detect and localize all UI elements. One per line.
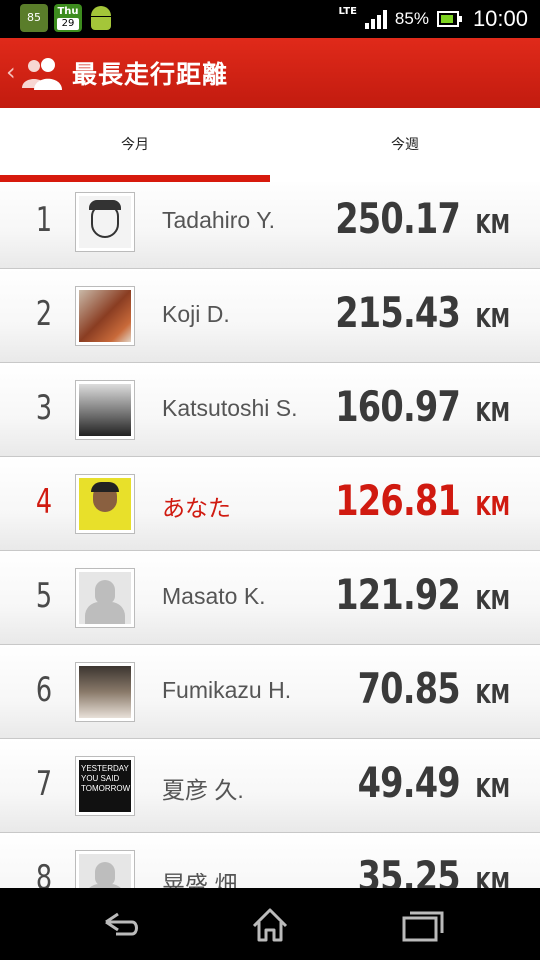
leaderboard-list[interactable]: 1 Tadahiro Y. 250.17 KM 2 Koji D. 215.43 KM 3 Kat… <box>0 182 540 888</box>
distance-value: 49.49 <box>357 757 461 807</box>
calendar-day: Thu <box>57 6 79 17</box>
avatar-image <box>79 477 131 530</box>
rank-number: 5 <box>35 575 53 616</box>
avatar[interactable]: YESTERDAY YOU SAID TOMORROW <box>75 755 135 816</box>
system-status: LTE 85% 10:00 <box>339 0 528 38</box>
runner-name: Koji D. <box>162 300 230 327</box>
distance-unit: KM <box>475 209 510 240</box>
tab-this-week[interactable]: 今週 <box>270 108 540 182</box>
tab-indicator <box>0 175 270 182</box>
avatar[interactable] <box>75 285 135 346</box>
distance-value: 215.43 <box>335 287 461 337</box>
calendar-icon: Thu 29 <box>54 4 82 32</box>
runner-name: Fumikazu H. <box>162 676 292 703</box>
avatar-image <box>79 289 131 342</box>
avatar-image <box>79 665 131 718</box>
rank-number: 4 <box>35 481 53 522</box>
battery-badge-value: 85 <box>27 11 41 24</box>
leaderboard-row[interactable]: 2 Koji D. 215.43 KM <box>0 269 540 363</box>
distance-unit: KM <box>475 867 510 889</box>
leaderboard-row[interactable]: 3 Katsutoshi S. 160.97 KM <box>0 363 540 457</box>
leaderboard-row[interactable]: 5 Masato K. 121.92 KM <box>0 551 540 645</box>
leaderboard-row[interactable]: 4 あなた 126.81 KM <box>0 457 540 551</box>
calendar-date: 29 <box>57 18 79 30</box>
people-icon[interactable] <box>20 56 64 92</box>
runner-name: Masato K. <box>162 582 266 609</box>
avatar[interactable] <box>75 379 135 440</box>
network-type: LTE <box>338 5 357 17</box>
action-bar: ‹ 最長走行距離 <box>0 38 540 108</box>
notification-icons: 85 Thu 29 <box>20 4 114 32</box>
distance-value: 126.81 <box>335 475 461 525</box>
runner-name: Katsutoshi S. <box>162 394 298 421</box>
distance-unit: KM <box>475 585 510 616</box>
distance-value: 35.25 <box>357 851 461 889</box>
avatar[interactable] <box>75 473 135 534</box>
battery-percent: 85% <box>394 9 429 28</box>
back-icon[interactable] <box>60 888 180 960</box>
rank-number: 6 <box>35 669 53 710</box>
rank-number: 8 <box>35 857 53 889</box>
rank-number: 3 <box>35 387 53 428</box>
recent-apps-icon[interactable] <box>360 888 480 960</box>
avatar[interactable] <box>75 661 135 722</box>
signal-icon <box>364 9 387 29</box>
distance-unit: KM <box>475 303 510 334</box>
distance-unit: KM <box>475 397 510 428</box>
runner-name: あなた <box>162 494 231 521</box>
navigation-bar <box>0 888 540 960</box>
distance-value: 70.85 <box>357 663 461 713</box>
rank-number: 2 <box>35 293 53 334</box>
distance-unit: KM <box>475 679 510 710</box>
android-icon <box>88 4 114 32</box>
leaderboard-row[interactable]: 8 晃盛 畑. 35.25 KM <box>0 833 540 888</box>
distance-value: 121.92 <box>335 569 461 619</box>
page-title: 最長走行距離 <box>72 60 229 89</box>
runner-name: Tadahiro Y. <box>162 206 275 233</box>
distance-unit: KM <box>475 491 510 522</box>
home-icon[interactable] <box>210 888 330 960</box>
clock: 10:00 <box>472 6 528 31</box>
avatar[interactable] <box>75 567 135 628</box>
back-chevron-icon[interactable]: ‹ <box>6 58 16 86</box>
leaderboard-row[interactable]: 1 Tadahiro Y. 250.17 KM <box>0 182 540 269</box>
rank-number: 7 <box>35 763 53 804</box>
period-tabs: 今月 今週 <box>0 108 540 183</box>
leaderboard-row[interactable]: 7 YESTERDAY YOU SAID TOMORROW 夏彦 久. 49.49 KM <box>0 739 540 833</box>
battery-icon <box>436 11 462 27</box>
avatar-image <box>79 195 131 248</box>
avatar-image <box>79 383 131 436</box>
battery-badge-icon: 85 <box>20 4 48 32</box>
battery-fill <box>440 15 453 23</box>
avatar-image <box>79 853 131 888</box>
distance-value: 160.97 <box>335 381 461 431</box>
runner-name: 晃盛 畑. <box>162 870 244 889</box>
rank-number: 1 <box>35 199 53 240</box>
avatar-image: YESTERDAY YOU SAID TOMORROW <box>79 759 131 812</box>
avatar[interactable] <box>75 849 135 888</box>
tab-this-month[interactable]: 今月 <box>0 108 270 182</box>
distance-unit: KM <box>475 773 510 804</box>
distance-value: 250.17 <box>335 193 461 243</box>
runner-name: 夏彦 久. <box>162 776 244 803</box>
leaderboard-row[interactable]: 6 Fumikazu H. 70.85 KM <box>0 645 540 739</box>
status-bar: 85 Thu 29 LTE 85% 10:00 <box>0 0 540 38</box>
avatar-image <box>79 571 131 624</box>
avatar[interactable] <box>75 191 135 252</box>
avatar-caption: YESTERDAY YOU SAID TOMORROW <box>81 763 131 793</box>
